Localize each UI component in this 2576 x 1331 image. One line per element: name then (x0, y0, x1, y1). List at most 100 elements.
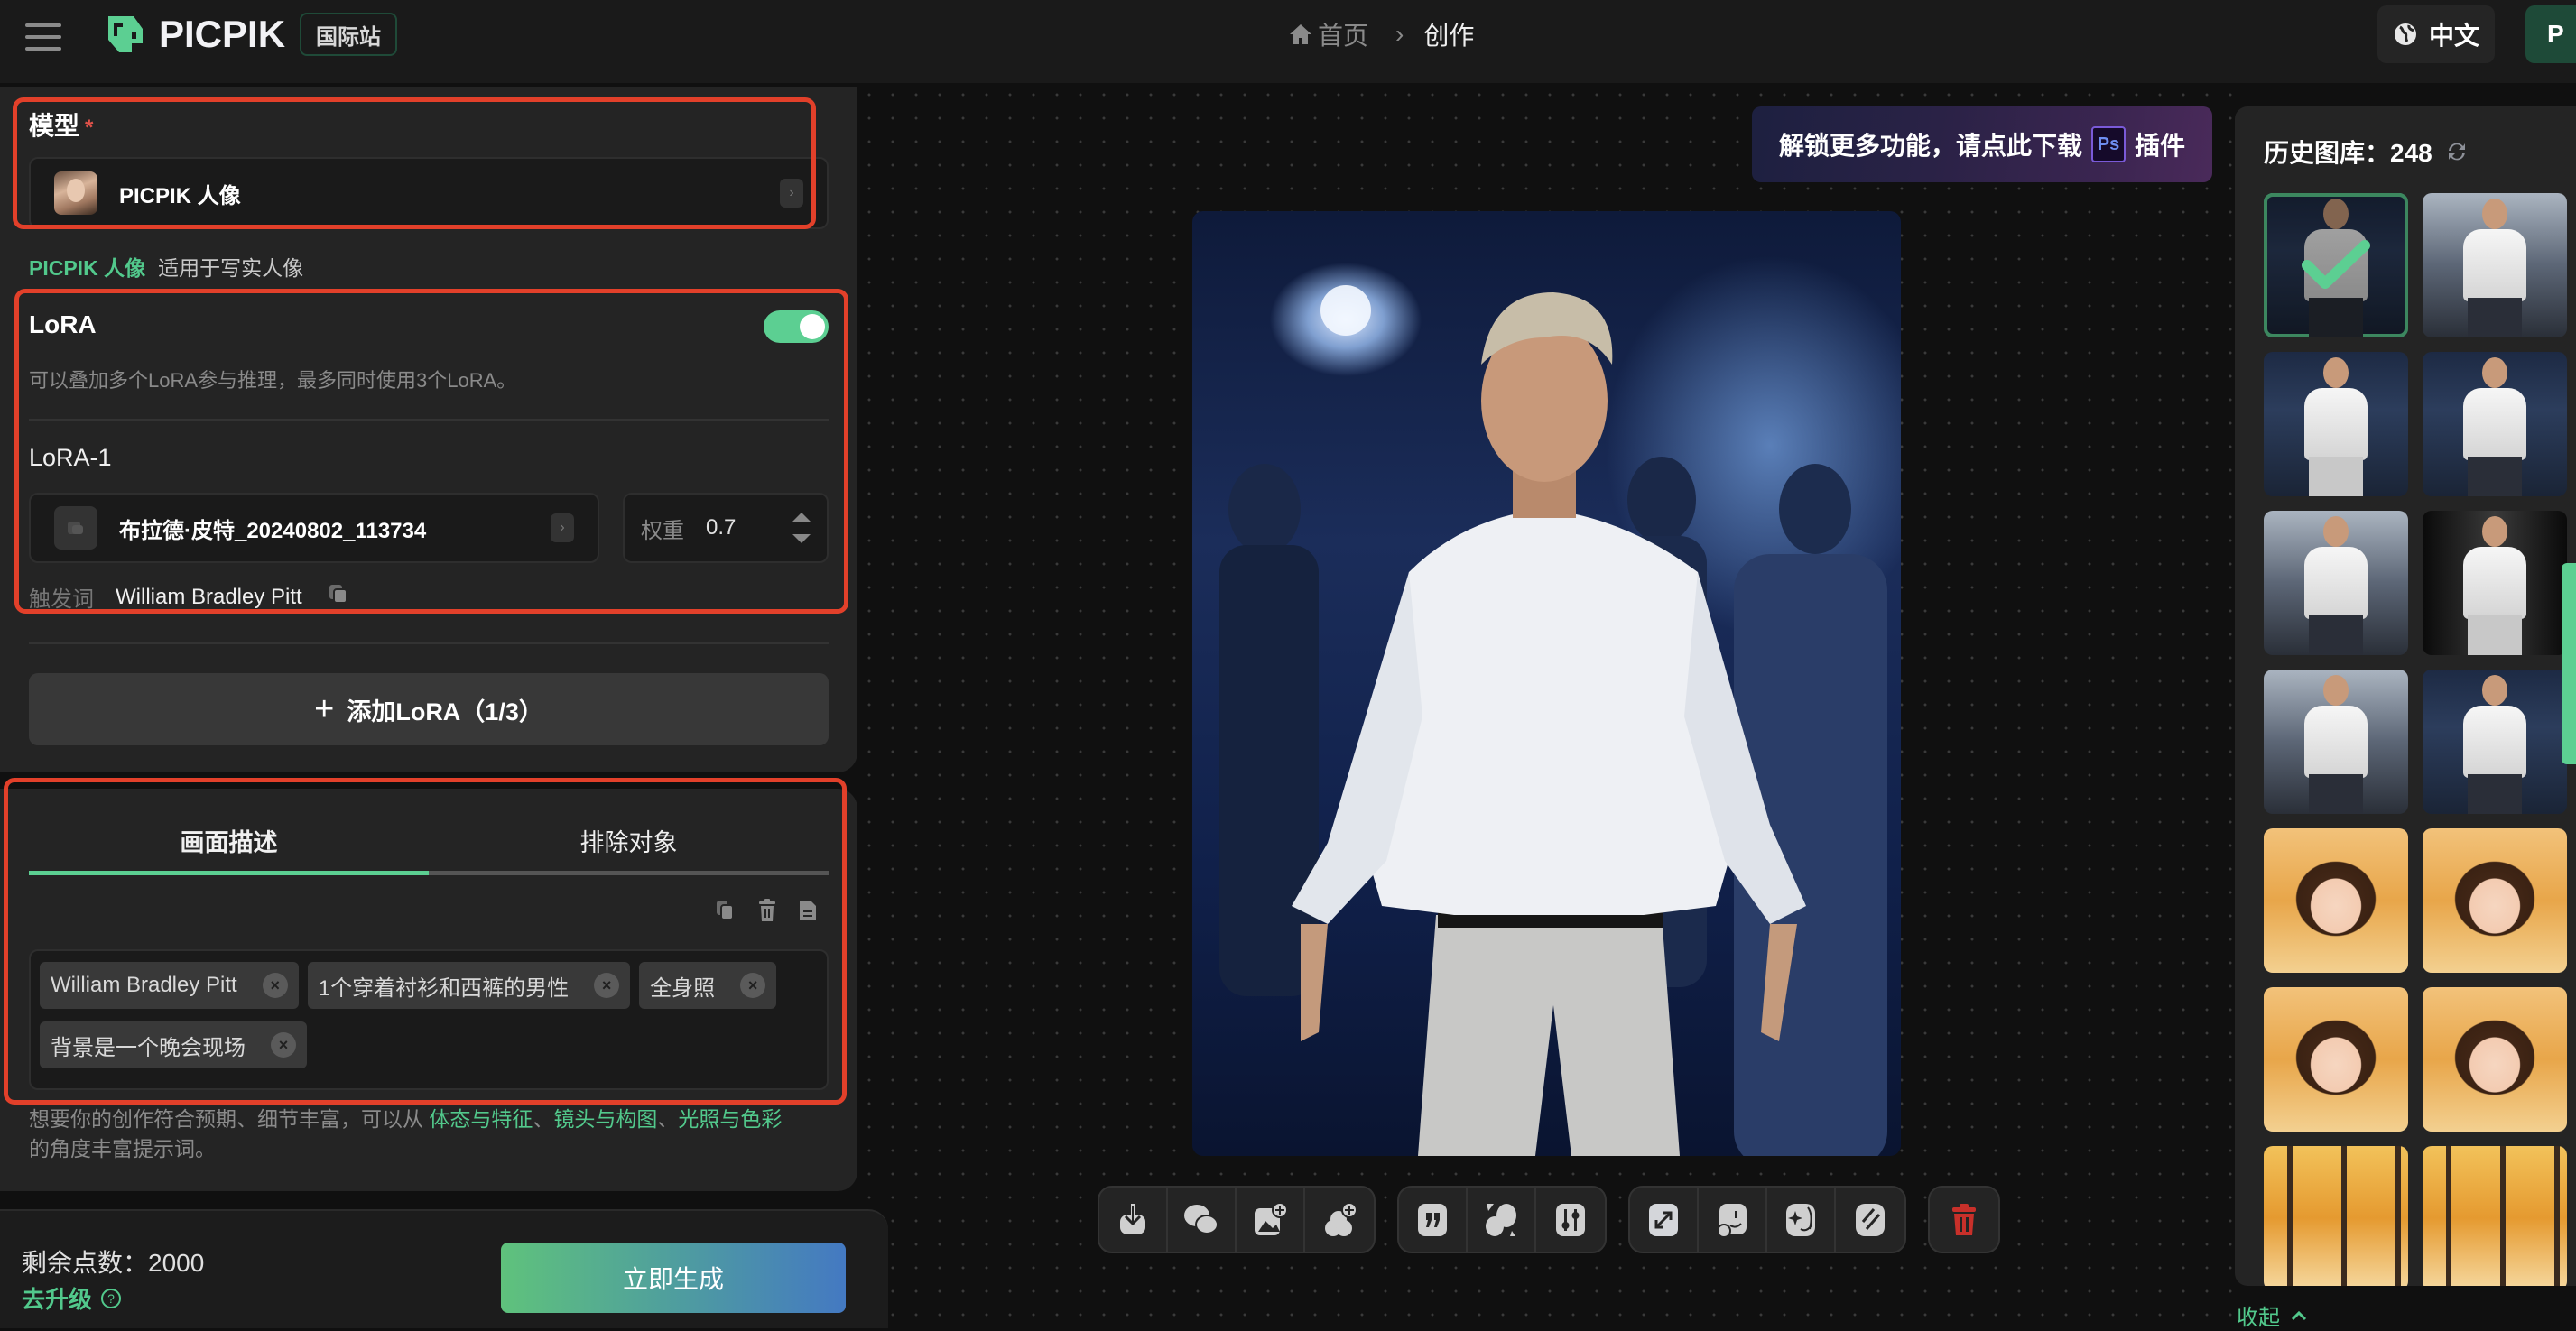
document-icon[interactable] (798, 899, 818, 922)
tab-exclude[interactable]: 排除对象 (429, 805, 829, 875)
remove-tag-icon[interactable]: × (262, 973, 288, 998)
tab-description[interactable]: 画面描述 (29, 805, 429, 875)
picpik-logo-icon (108, 16, 143, 52)
photoshop-icon: Ps (2091, 126, 2126, 162)
hamburger-icon[interactable] (25, 23, 61, 51)
banner-text: 解锁更多功能，请点此下载 (1778, 132, 2082, 160)
prompt-tag-label: William Bradley Pitt (51, 973, 237, 997)
thumbnail-figure-part (2323, 516, 2349, 547)
style-plus-icon (1325, 1201, 1357, 1236)
thumbnail-figure-part (2323, 357, 2349, 388)
face-swap-icon (1717, 1203, 1747, 1238)
face-retouch-button[interactable] (1767, 1188, 1836, 1252)
prompt-tag[interactable]: 全身照 × (639, 962, 777, 1009)
remove-tag-icon[interactable]: × (740, 973, 766, 998)
stepper-up-icon[interactable] (792, 513, 811, 522)
add-to-image-button[interactable] (1237, 1188, 1305, 1252)
breadcrumb-home[interactable]: 首页 (1289, 16, 1368, 52)
weight-value[interactable]: 0.7 (706, 515, 792, 541)
logo-text[interactable]: PICPIK (159, 13, 285, 56)
lora-item-label: LoRA-1 (29, 444, 112, 471)
breadcrumb: 首页 › 创作 (1289, 16, 1474, 52)
model-select[interactable]: PICPIK 人像 › (29, 157, 829, 229)
add-lora-button[interactable]: + 添加LoRA（1/3） (29, 673, 829, 745)
history-thumbnail[interactable] (2264, 987, 2408, 1132)
ps-plugin-banner[interactable]: 解锁更多功能，请点此下载 Ps 插件 (1752, 106, 2212, 182)
tip-link-camera[interactable]: 镜头与构图 (553, 1107, 657, 1131)
history-thumbnail[interactable] (2423, 987, 2567, 1132)
prompt-tip: 想要你的创作符合预期、细节丰富，可以从 体态与特征、镜头与构图、光照与色彩 的角度… (29, 1105, 823, 1164)
quote-prompt-button[interactable] (1399, 1188, 1468, 1252)
remix-icon (1486, 1203, 1516, 1236)
collapse-button[interactable]: 收起 (2237, 1299, 2307, 1331)
remove-tag-icon[interactable]: × (594, 973, 620, 998)
history-thumbnail[interactable] (2423, 352, 2567, 496)
history-thumbnail[interactable] (2423, 193, 2567, 337)
chevron-right-icon: › (780, 179, 803, 208)
history-thumbnail[interactable] (2264, 1146, 2408, 1286)
history-thumbnail[interactable] (2264, 352, 2408, 496)
remove-tag-icon[interactable]: × (271, 1032, 296, 1058)
home-icon (1290, 24, 1311, 44)
history-thumbnail[interactable] (2423, 828, 2567, 973)
prompt-tag[interactable]: 1个穿着衬衫和西裤的男性 × (307, 962, 631, 1009)
refresh-icon[interactable] (2445, 140, 2469, 163)
wechat-share-button[interactable] (1168, 1188, 1237, 1252)
add-style-button[interactable] (1305, 1188, 1374, 1252)
lora-toggle[interactable] (764, 310, 829, 343)
tip-link-lighting[interactable]: 光照与色彩 (678, 1107, 782, 1131)
thumbnail-figure-part (2468, 298, 2522, 337)
tip-link-pose[interactable]: 体态与特征 (429, 1107, 533, 1131)
download-button[interactable] (1099, 1188, 1168, 1252)
image-toolbar-group-1 (1098, 1186, 1376, 1253)
generate-button[interactable]: 立即生成 (501, 1243, 846, 1313)
sliders-icon (1556, 1203, 1585, 1236)
delete-image-button[interactable] (1930, 1188, 1998, 1252)
model-desc-name: PICPIK 人像 (29, 256, 146, 280)
download-icon (1120, 1203, 1145, 1234)
face-swap-button[interactable] (1699, 1188, 1767, 1252)
help-icon[interactable]: ? (101, 1288, 122, 1308)
upgrade-link[interactable]: 去升级? (22, 1281, 122, 1315)
stepper-down-icon[interactable] (792, 534, 811, 543)
lora-hint: 可以叠加多个LoRA参与推理，最多同时使用3个LoRA。 (29, 369, 517, 392)
thumbnail-figure-part (2468, 774, 2522, 814)
remix-button[interactable] (1468, 1188, 1536, 1252)
history-scrollbar[interactable] (2562, 563, 2576, 764)
weight-input[interactable]: 权重 0.7 (623, 493, 829, 563)
language-button[interactable]: 中文 (2377, 5, 2495, 63)
lora-select[interactable]: 布拉德·皮特_20240802_113734 › (29, 493, 599, 563)
history-thumbnail[interactable] (2423, 670, 2567, 814)
region-badge[interactable]: 国际站 (300, 13, 397, 56)
history-title: 历史图库：248 (2264, 134, 2469, 170)
history-thumbnail[interactable] (2264, 193, 2408, 337)
prompt-tag-label: 1个穿着衬衫和西裤的男性 (318, 975, 570, 1001)
prompt-tag[interactable]: William Bradley Pitt × (40, 962, 299, 1009)
history-thumbnail[interactable] (2264, 670, 2408, 814)
thumbnail-figure-part (2304, 388, 2368, 460)
upscale-button[interactable] (1630, 1188, 1699, 1252)
history-thumbnail[interactable] (2423, 511, 2567, 655)
copy-icon[interactable] (328, 583, 349, 611)
points-label: 剩余点数： (22, 1249, 149, 1277)
prompt-tag-input[interactable]: William Bradley Pitt × 1个穿着衬衫和西裤的男性 × 全身照 × 背景… (29, 949, 829, 1090)
thumbnail-figure-part (2463, 229, 2526, 301)
history-thumbnail[interactable] (2264, 511, 2408, 655)
user-avatar[interactable]: P (2525, 5, 2576, 63)
history-thumbnail[interactable] (2264, 828, 2408, 973)
prompt-tag[interactable]: 背景是一个晚会现场 × (40, 1021, 307, 1068)
thumbnail-figure-part (2463, 547, 2526, 619)
model-desc-text: 适用于写实人像 (158, 256, 304, 280)
history-thumbnail[interactable] (2423, 1146, 2567, 1286)
generated-image[interactable] (1192, 211, 1901, 1156)
tab-indicator (29, 871, 829, 875)
image-toolbar-group-2 (1397, 1186, 1607, 1253)
history-title-label: 历史图库： (2264, 139, 2391, 167)
thumbnail-figure-part (2304, 706, 2368, 778)
wechat-icon (1184, 1204, 1219, 1234)
copy-icon[interactable] (715, 899, 737, 922)
trash-icon[interactable] (756, 899, 778, 922)
remove-object-button[interactable] (1836, 1188, 1904, 1252)
adjust-params-button[interactable] (1536, 1188, 1605, 1252)
portrait-figure (1219, 285, 1887, 1156)
